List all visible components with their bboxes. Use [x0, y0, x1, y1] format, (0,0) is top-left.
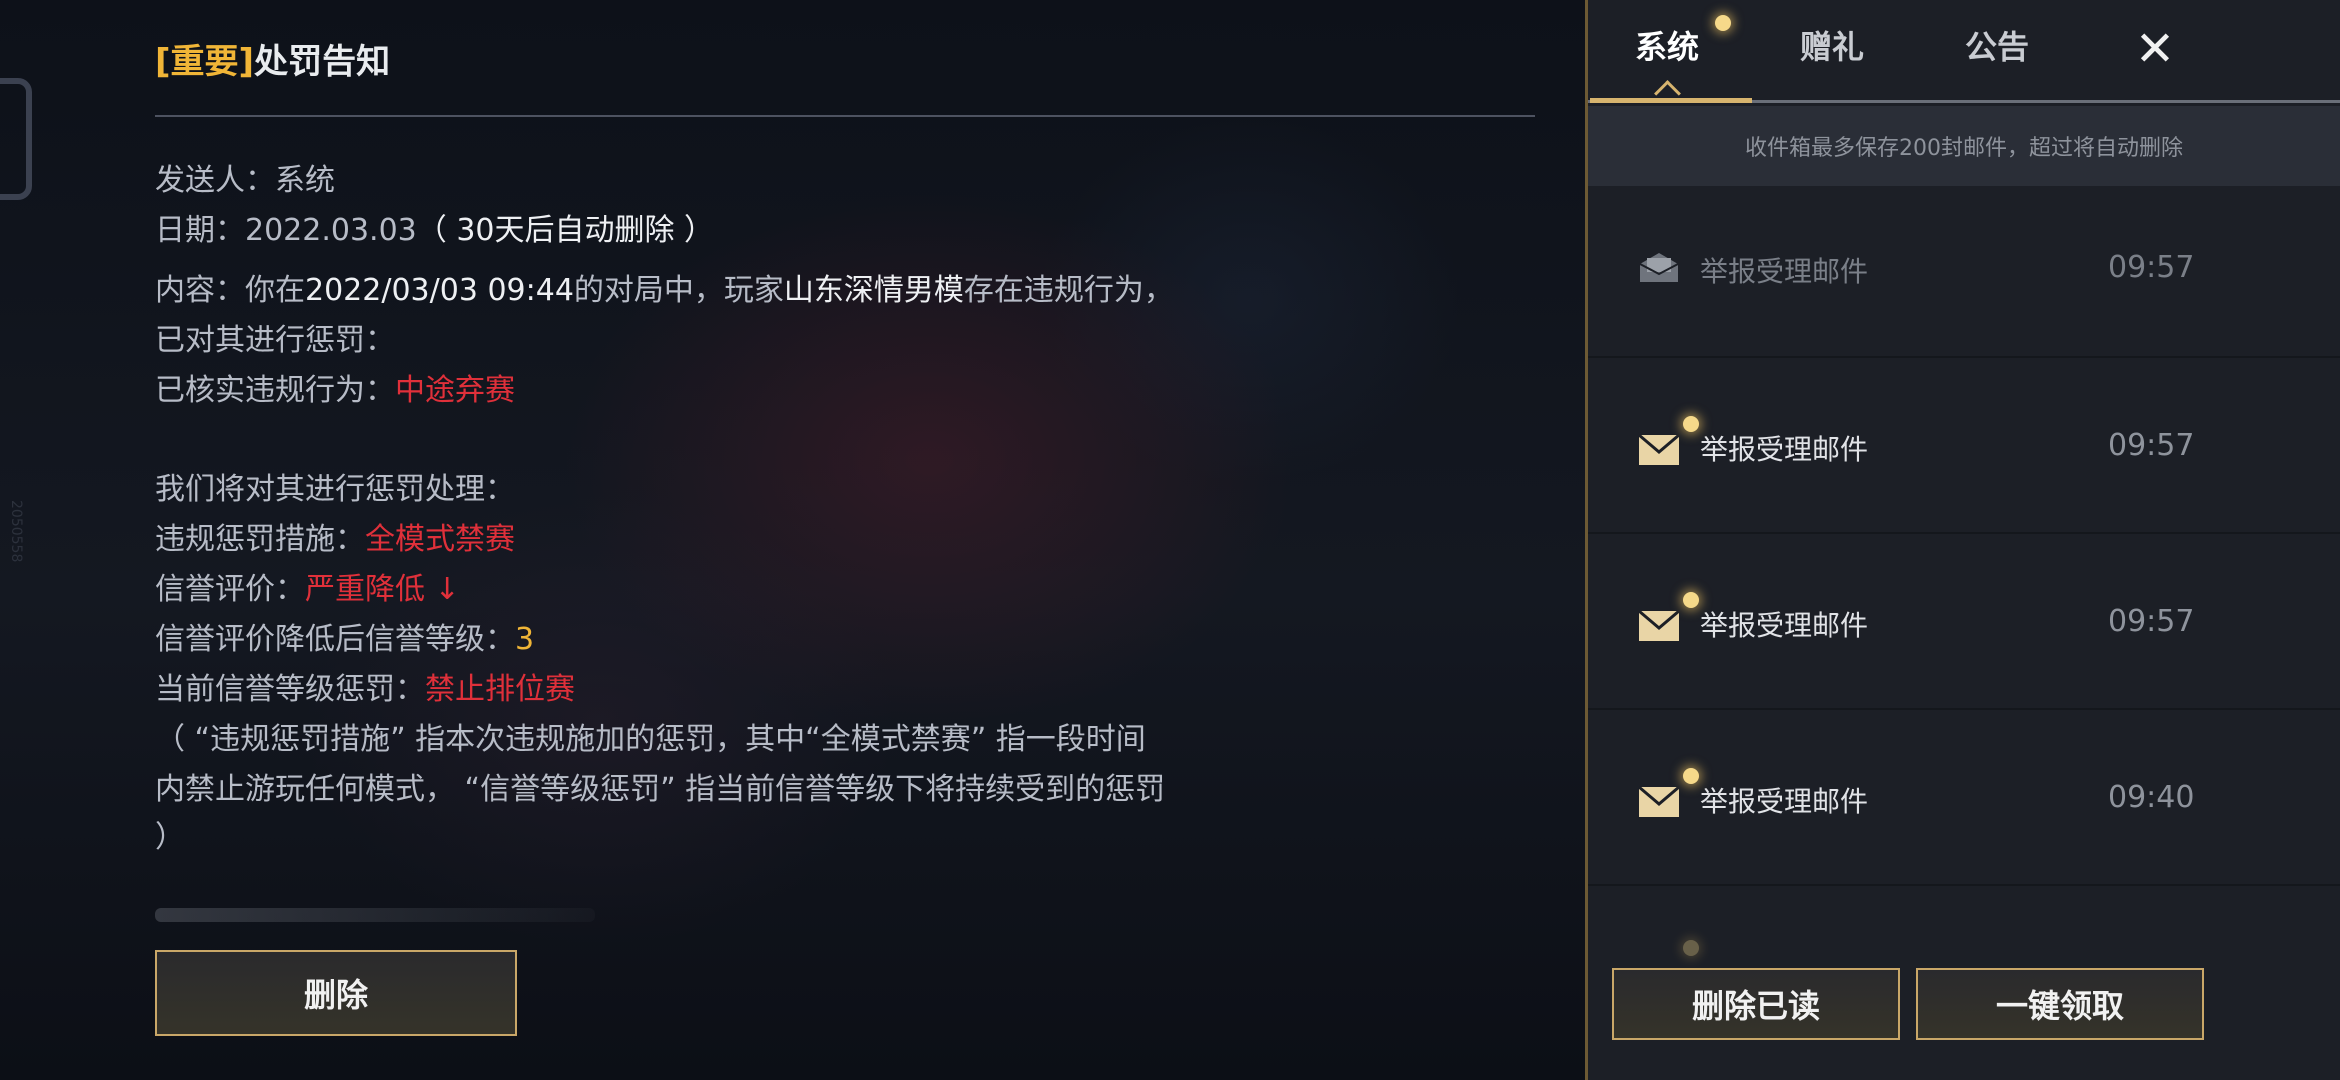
mail-item-time: 09:57 [2108, 428, 2195, 463]
mail-item-time: 09:40 [2108, 780, 2195, 815]
measure-label: 违规惩罚措施： [155, 522, 365, 557]
unread-dot-icon [1683, 768, 1699, 784]
mail-list-item[interactable]: 举报受理邮件 09:57 [1588, 186, 2340, 358]
delete-button[interactable]: 删除 [155, 950, 517, 1036]
handle-intro: 我们将对其进行惩罚处理： [155, 472, 515, 507]
credit-line: 信誉评价：严重降低 ↓ [155, 564, 460, 608]
inbox-capacity-notice: 收件箱最多保存200封邮件，超过将自动删除 [1588, 106, 2340, 186]
date-line: 日期：2022.03.03（ 30天后自动删除 ） [155, 205, 714, 249]
sender-value: 系统 [275, 163, 335, 198]
credit-label: 信誉评价： [155, 572, 305, 607]
content-time: 2022/03/03 09:44 [305, 273, 574, 308]
mail-item-label: 举报受理邮件 [1700, 255, 1869, 288]
mail-item-time: 09:57 [2108, 250, 2195, 285]
explain-line-1: （ “违规惩罚措施” 指本次违规施加的惩罚，其中“全模式禁赛” 指一段时间 [155, 722, 1146, 757]
side-code-text: 2050558 [8, 500, 24, 563]
content-label: 内容： [155, 273, 245, 308]
credit-value: 严重降低 ↓ [305, 572, 460, 607]
date-label: 日期： [155, 213, 245, 248]
tab-system[interactable]: 系统 [1635, 22, 1699, 68]
mail-item-label: 举报受理邮件 [1700, 609, 1869, 642]
envelope-icon [1638, 785, 1680, 817]
mail-title: [重要]处罚告知 [155, 34, 390, 83]
unread-dot-icon [1683, 416, 1699, 432]
close-icon[interactable]: ✕ [2125, 14, 2185, 84]
player-name: 山东深情男模 [783, 273, 964, 308]
unread-dot-icon [1683, 940, 1699, 956]
mail-item-label: 举报受理邮件 [1700, 785, 1869, 818]
faded-text-overflow [155, 908, 595, 922]
envelope-icon [1638, 433, 1680, 465]
content-text-2: 的对局中，玩家 [573, 273, 784, 308]
violation-value: 中途弃赛 [395, 373, 515, 408]
measure-value: 全模式禁赛 [365, 522, 515, 557]
envelope-icon [1638, 609, 1680, 641]
mail-list-item[interactable]: 举报受理邮件 09:57 [1588, 538, 2340, 710]
mail-item-time: 09:57 [2108, 604, 2195, 639]
explain-line-2: 内禁止游玩任何模式， “信誉等级惩罚” 指当前信誉等级下将持续受到的惩罚 [155, 772, 1166, 807]
violation-label: 已核实违规行为： [155, 373, 395, 408]
mail-screen: 2050558 [重要]处罚告知 发送人：系统 日期：2022.03.03（ 3… [0, 0, 2340, 1080]
content-text-3: 存在违规行为， [963, 273, 1174, 308]
mail-title-text: 处罚告知 [254, 42, 391, 82]
sender-line: 发送人：系统 [155, 155, 335, 199]
current-line: 当前信誉等级惩罚：禁止排位赛 [155, 664, 575, 708]
open-envelope-icon [1639, 253, 1679, 282]
date-value: 2022.03.03 [245, 213, 417, 248]
title-divider [155, 115, 1535, 117]
tab-bar: 系统 赠礼 公告 ✕ [1585, 0, 2340, 104]
level-line: 信誉评价降低后信誉等级：3 [155, 614, 534, 658]
tab-notice[interactable]: 公告 [1965, 22, 2029, 68]
date-note: （ 30天后自动删除 ） [416, 213, 715, 248]
level-label: 信誉评价降低后信誉等级： [155, 622, 515, 657]
content-text-1: 你在 [245, 273, 305, 308]
content-line-1: 内容：你在2022/03/03 09:44的对局中，玩家山东深情男模存在违规行为… [155, 265, 1174, 309]
mail-item-label: 举报受理邮件 [1700, 433, 1869, 466]
side-hex-frame [0, 78, 32, 200]
current-label: 当前信誉等级惩罚： [155, 672, 425, 707]
current-value: 禁止排位赛 [425, 672, 575, 707]
delete-read-button[interactable]: 删除已读 [1612, 968, 1900, 1040]
level-value: 3 [515, 622, 535, 657]
unread-dot-icon [1683, 592, 1699, 608]
tab-gift[interactable]: 赠礼 [1800, 22, 1864, 68]
sender-label: 发送人： [155, 163, 275, 198]
unread-dot-icon [1715, 15, 1731, 31]
claim-all-button[interactable]: 一键领取 [1916, 968, 2204, 1040]
violation-line: 已核实违规行为：中途弃赛 [155, 365, 515, 409]
content-line-2: 已对其进行惩罚： [155, 323, 395, 358]
explain-line-3: ） [155, 820, 185, 855]
mail-list-item[interactable]: 举报受理邮件 09:57 [1588, 362, 2340, 534]
active-tab-underline [1590, 98, 1752, 103]
important-tag: [重要] [155, 42, 255, 82]
measure-line: 违规惩罚措施：全模式禁赛 [155, 514, 515, 558]
mail-list-item[interactable]: 举报受理邮件 09:40 [1588, 714, 2340, 886]
